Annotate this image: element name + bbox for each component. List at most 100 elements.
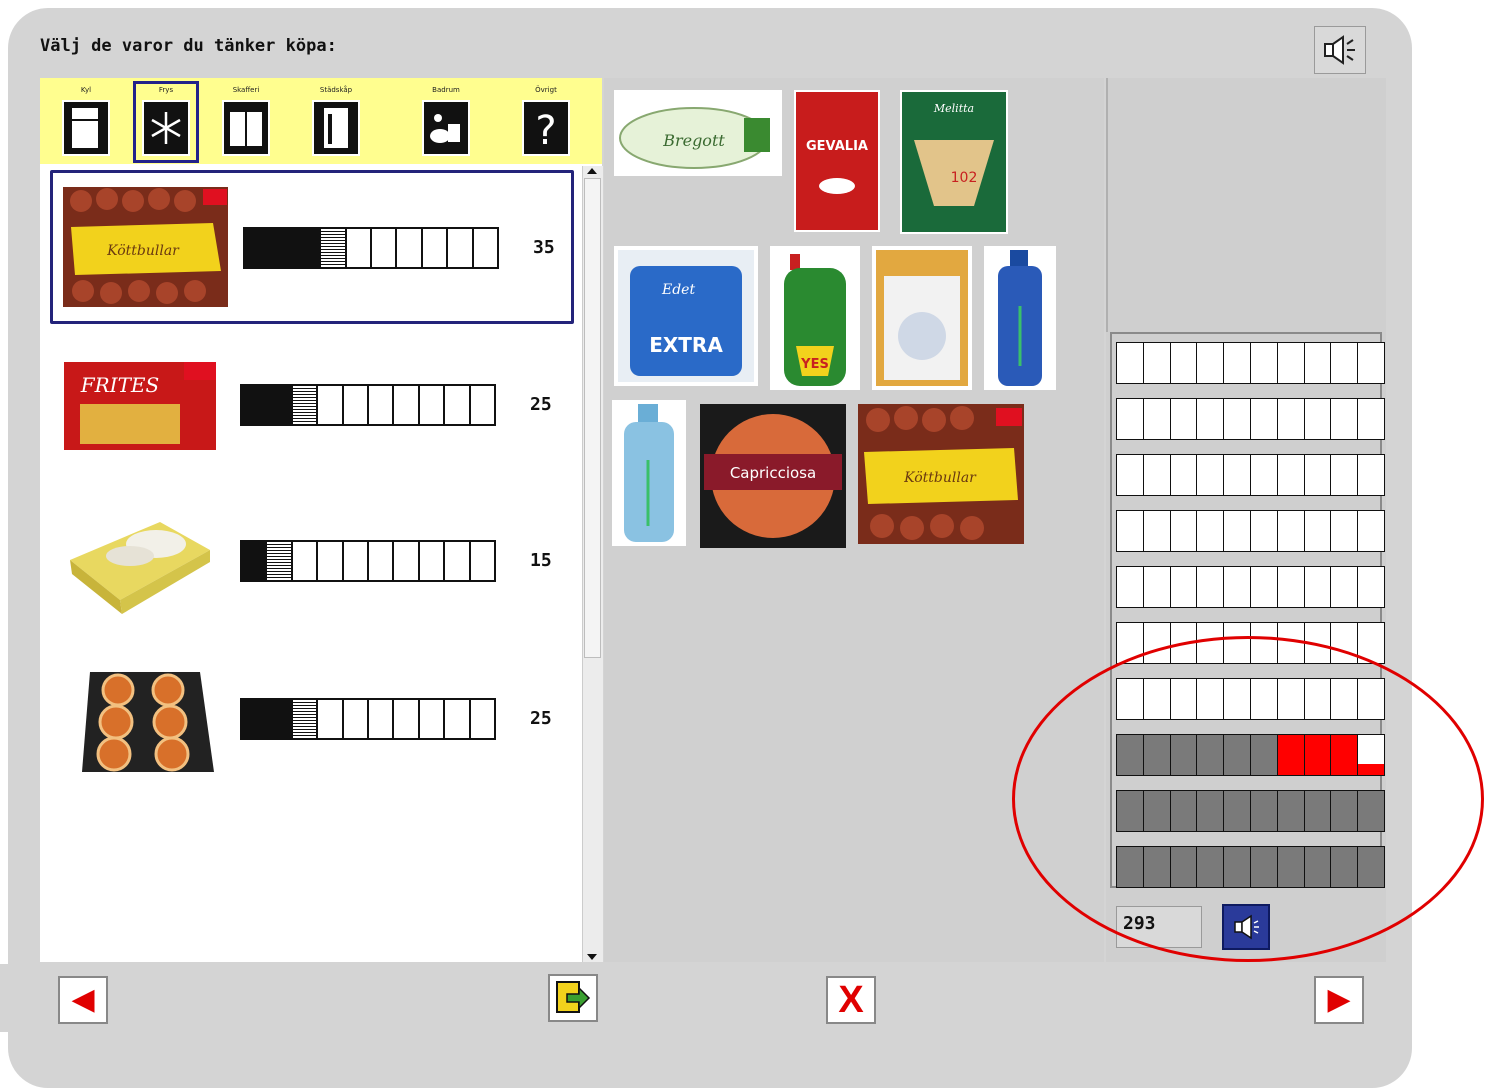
- budget-cell: [1169, 790, 1198, 832]
- svg-text:Edet: Edet: [661, 282, 695, 298]
- budget-cell: [1169, 566, 1198, 608]
- budget-cell: [1276, 342, 1305, 384]
- meter-segment: [397, 229, 423, 267]
- budget-cell: [1142, 510, 1171, 552]
- budget-cell: [1303, 678, 1332, 720]
- category-ovrigt[interactable]: Övrigt ?: [516, 84, 576, 160]
- budget-cell: [1196, 790, 1225, 832]
- budget-cell: [1357, 510, 1385, 552]
- budget-cell: [1357, 678, 1385, 720]
- budget-cell: [1169, 734, 1198, 776]
- budget-cell: [1116, 342, 1144, 384]
- prev-button[interactable]: ◀: [58, 976, 108, 1024]
- budget-cell: [1223, 510, 1251, 552]
- budget-cell: [1276, 398, 1305, 440]
- arrow-right-icon: ▶: [1327, 982, 1351, 1017]
- speaker-button[interactable]: [1314, 26, 1366, 74]
- list-item[interactable]: FRITES 25: [50, 330, 574, 484]
- checkout-button[interactable]: [548, 974, 598, 1022]
- next-button[interactable]: ▶: [1314, 976, 1364, 1024]
- cart-item[interactable]: GEVALIA: [794, 90, 880, 232]
- cart-item[interactable]: [612, 400, 686, 546]
- item-quantity: 25: [530, 708, 552, 729]
- list-item[interactable]: 15: [50, 486, 574, 640]
- cart-item[interactable]: Köttbullar: [858, 404, 1024, 544]
- category-label: Övrigt: [535, 86, 557, 94]
- scroll-up-icon[interactable]: [587, 168, 597, 174]
- category-kyl[interactable]: Kyl: [56, 84, 116, 160]
- budget-cell: [1330, 454, 1359, 496]
- meter-segment: [470, 542, 495, 580]
- meatballs-image: Köttbullar: [63, 187, 228, 307]
- close-icon: X: [838, 979, 864, 1021]
- cabinet-icon: [222, 100, 270, 156]
- budget-cell: [1303, 790, 1332, 832]
- budget-cell: [1116, 454, 1144, 496]
- meter-segment: [292, 700, 319, 738]
- quantity-meter: [240, 384, 496, 426]
- budget-cell: [1169, 678, 1198, 720]
- category-label: Städskåp: [319, 86, 353, 94]
- svg-text:YES: YES: [800, 357, 829, 372]
- category-frys[interactable]: Frys: [133, 81, 199, 163]
- budget-cell: [1276, 734, 1305, 776]
- budget-cell: [1357, 790, 1385, 832]
- budget-cell: [1249, 398, 1278, 440]
- budget-cell: [1116, 678, 1144, 720]
- category-badrum[interactable]: Badrum: [416, 84, 476, 160]
- budget-cell: [1276, 622, 1305, 664]
- meter-segment: [422, 229, 449, 267]
- cart-item[interactable]: [872, 246, 972, 390]
- budget-cell: [1357, 454, 1385, 496]
- meter-segment: [445, 700, 471, 738]
- meter-segment: [343, 386, 370, 424]
- closet-icon: [312, 100, 360, 156]
- meter-segment: [445, 386, 471, 424]
- budget-cell: [1249, 342, 1278, 384]
- budget-cell: [1357, 566, 1385, 608]
- budget-cell: [1303, 454, 1332, 496]
- category-skafferi[interactable]: Skafferi: [216, 84, 276, 160]
- budget-cell: [1196, 734, 1225, 776]
- item-quantity: 25: [530, 394, 552, 415]
- cart-item[interactable]: [984, 246, 1056, 390]
- list-item[interactable]: 25: [50, 644, 574, 798]
- budget-cell: [1223, 622, 1251, 664]
- budget-cell: [1223, 454, 1251, 496]
- list-item[interactable]: Köttbullar 35: [50, 170, 574, 324]
- speaker-button-small[interactable]: [1222, 904, 1270, 950]
- budget-cell: [1223, 678, 1251, 720]
- exit-door-icon: [556, 981, 591, 1013]
- meter-segment: [419, 700, 446, 738]
- meter-segment: [242, 700, 268, 738]
- budget-cell: [1223, 398, 1251, 440]
- cart-item[interactable]: Edet EXTRA: [614, 246, 758, 386]
- scroll-down-icon[interactable]: [587, 954, 597, 960]
- cart-item[interactable]: Melitta 102: [900, 90, 1008, 234]
- budget-cell: [1169, 454, 1198, 496]
- cart-item[interactable]: Capricciosa: [700, 404, 846, 548]
- budget-cell: [1249, 454, 1278, 496]
- budget-cell: [1357, 846, 1385, 888]
- cart-item[interactable]: YES: [770, 246, 860, 390]
- list-scrollbar[interactable]: [582, 166, 603, 962]
- budget-cell: [1330, 734, 1359, 776]
- svg-text:Bregott: Bregott: [662, 131, 725, 150]
- budget-cell: [1116, 734, 1144, 776]
- meter-segment: [245, 229, 271, 267]
- meter-segment: [267, 542, 293, 580]
- budget-cell: [1142, 734, 1171, 776]
- cancel-button[interactable]: X: [826, 976, 876, 1024]
- budget-cell: [1223, 342, 1251, 384]
- budget-cell: [1276, 846, 1305, 888]
- budget-cell: [1142, 454, 1171, 496]
- meter-segment: [318, 700, 344, 738]
- meter-segment: [369, 386, 395, 424]
- budget-meter: [1110, 332, 1385, 888]
- snowflake-icon: [142, 100, 190, 156]
- scrollbar-thumb[interactable]: [584, 178, 601, 658]
- budget-cell: [1303, 734, 1332, 776]
- buns-image: [60, 658, 225, 778]
- cart-item[interactable]: Bregott: [614, 90, 782, 176]
- category-stadskap[interactable]: Städskåp: [306, 84, 366, 160]
